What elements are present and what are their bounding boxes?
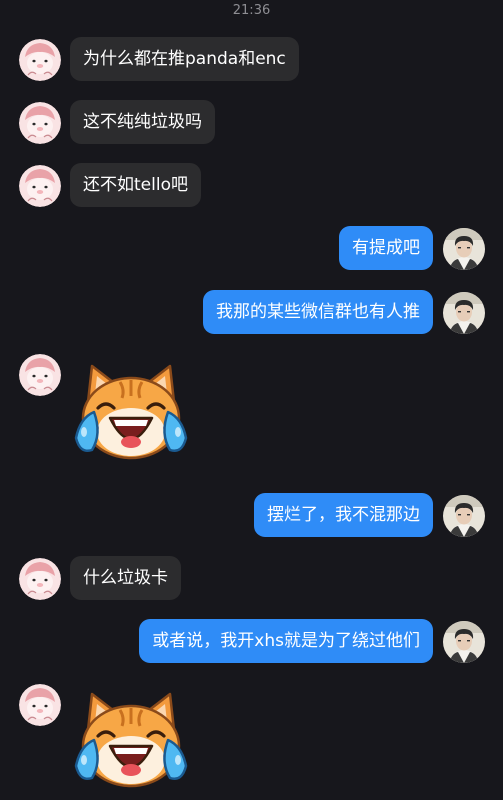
outgoing-message[interactable]: 摆烂了，我不混那边: [254, 493, 433, 537]
contact-avatar[interactable]: [19, 39, 61, 81]
pig-avatar-icon: [19, 165, 61, 207]
pig-avatar-icon: [19, 684, 61, 726]
my-avatar[interactable]: [443, 495, 485, 537]
cat-sticker[interactable]: [70, 360, 192, 472]
pig-avatar-icon: [19, 354, 61, 396]
contact-avatar[interactable]: [19, 684, 61, 726]
my-avatar[interactable]: [443, 228, 485, 270]
boy-avatar-icon: [443, 495, 485, 537]
pig-avatar-icon: [19, 102, 61, 144]
status-time: 21:36: [232, 3, 271, 18]
my-avatar[interactable]: [443, 621, 485, 663]
outgoing-message[interactable]: 我那的某些微信群也有人推: [203, 290, 433, 334]
incoming-message[interactable]: 为什么都在推panda和enc: [70, 37, 299, 81]
outgoing-message[interactable]: 或者说，我开xhs就是为了绕过他们: [139, 619, 433, 663]
outgoing-message[interactable]: 有提成吧: [339, 226, 433, 270]
contact-avatar[interactable]: [19, 102, 61, 144]
pig-avatar-icon: [19, 39, 61, 81]
boy-avatar-icon: [443, 228, 485, 270]
pig-avatar-icon: [19, 558, 61, 600]
contact-avatar[interactable]: [19, 558, 61, 600]
incoming-message[interactable]: 这不纯纯垃圾吗: [70, 100, 215, 144]
incoming-message[interactable]: 什么垃圾卡: [70, 556, 181, 600]
boy-avatar-icon: [443, 621, 485, 663]
crying-laughing-cat-icon: [70, 360, 192, 472]
contact-avatar[interactable]: [19, 165, 61, 207]
boy-avatar-icon: [443, 292, 485, 334]
incoming-message[interactable]: 还不如tello吧: [70, 163, 201, 207]
my-avatar[interactable]: [443, 292, 485, 334]
contact-avatar[interactable]: [19, 354, 61, 396]
cat-sticker[interactable]: [70, 688, 192, 800]
crying-laughing-cat-icon: [70, 688, 192, 800]
